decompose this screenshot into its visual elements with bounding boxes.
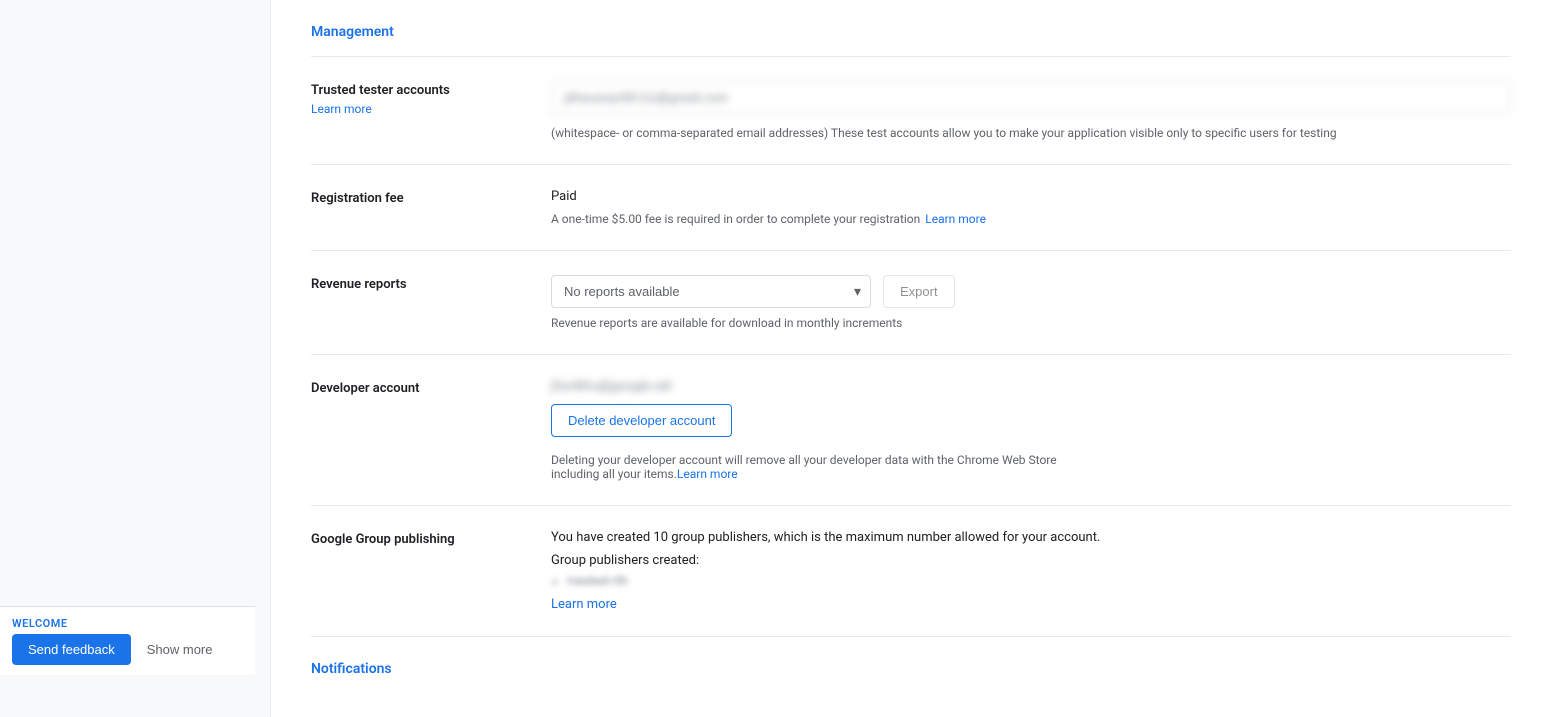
publisher-list: rrested-rth: [551, 574, 1511, 589]
registration-fee-learn-more[interactable]: Learn more: [925, 212, 986, 226]
sidebar: WELCOME Send feedback Show more: [0, 0, 270, 717]
group-publishing-learn-more[interactable]: Learn more: [551, 597, 617, 612]
developer-account-label: Developer account: [311, 379, 551, 396]
list-item: rrested-rth: [567, 574, 1511, 589]
notifications-heading: Notifications: [311, 637, 1511, 677]
trusted-tester-row: Trusted tester accounts Learn more (whit…: [311, 57, 1511, 165]
sidebar-bottom: WELCOME Send feedback Show more: [0, 606, 255, 675]
developer-account-email: jfun4ltru@google.rali: [551, 379, 1511, 394]
trusted-tester-hint: (whitespace- or comma-separated email ad…: [551, 126, 1511, 140]
trusted-tester-content: (whitespace- or comma-separated email ad…: [551, 81, 1511, 140]
trusted-tester-input[interactable]: [551, 81, 1511, 114]
google-group-publishing-row: Google Group publishing You have created…: [311, 506, 1511, 637]
registration-fee-status: Paid: [551, 189, 1511, 204]
revenue-reports-content: No reports available Export Revenue repo…: [551, 275, 1511, 330]
revenue-controls: No reports available Export: [551, 275, 1511, 308]
revenue-select-wrapper: No reports available: [551, 275, 871, 308]
group-publishers-created-label: Group publishers created:: [551, 553, 1511, 568]
group-publishing-description: You have created 10 group publishers, wh…: [551, 530, 1511, 545]
welcome-label: WELCOME: [12, 617, 243, 630]
show-more-button[interactable]: Show more: [139, 634, 221, 665]
delete-developer-account-button[interactable]: Delete developer account: [551, 404, 732, 437]
trusted-tester-label: Trusted tester accounts Learn more: [311, 81, 551, 116]
send-feedback-button[interactable]: Send feedback: [12, 634, 131, 665]
delete-account-description: Deleting your developer account will rem…: [551, 453, 1071, 481]
page-wrapper: WELCOME Send feedback Show more Manageme…: [0, 0, 1551, 717]
registration-fee-row: Registration fee Paid A one-time $5.00 f…: [311, 165, 1511, 251]
management-heading: Management: [311, 0, 1511, 57]
registration-fee-description: A one-time $5.00 fee is required in orde…: [551, 212, 1511, 226]
revenue-select[interactable]: No reports available: [551, 275, 871, 308]
developer-account-content: jfun4ltru@google.rali Delete developer a…: [551, 379, 1511, 481]
registration-fee-label: Registration fee: [311, 189, 551, 206]
registration-fee-content: Paid A one-time $5.00 fee is required in…: [551, 189, 1511, 226]
google-group-publishing-label: Google Group publishing: [311, 530, 551, 547]
revenue-reports-row: Revenue reports No reports available Exp…: [311, 251, 1511, 355]
revenue-reports-label: Revenue reports: [311, 275, 551, 292]
delete-account-learn-more[interactable]: Learn more: [677, 467, 738, 481]
developer-account-row: Developer account jfun4ltru@google.rali …: [311, 355, 1511, 506]
export-button[interactable]: Export: [883, 275, 955, 308]
google-group-publishing-content: You have created 10 group publishers, wh…: [551, 530, 1511, 612]
main-content: Management Trusted tester accounts Learn…: [270, 0, 1551, 717]
revenue-hint: Revenue reports are available for downlo…: [551, 316, 1511, 330]
trusted-tester-learn-more[interactable]: Learn more: [311, 102, 551, 116]
